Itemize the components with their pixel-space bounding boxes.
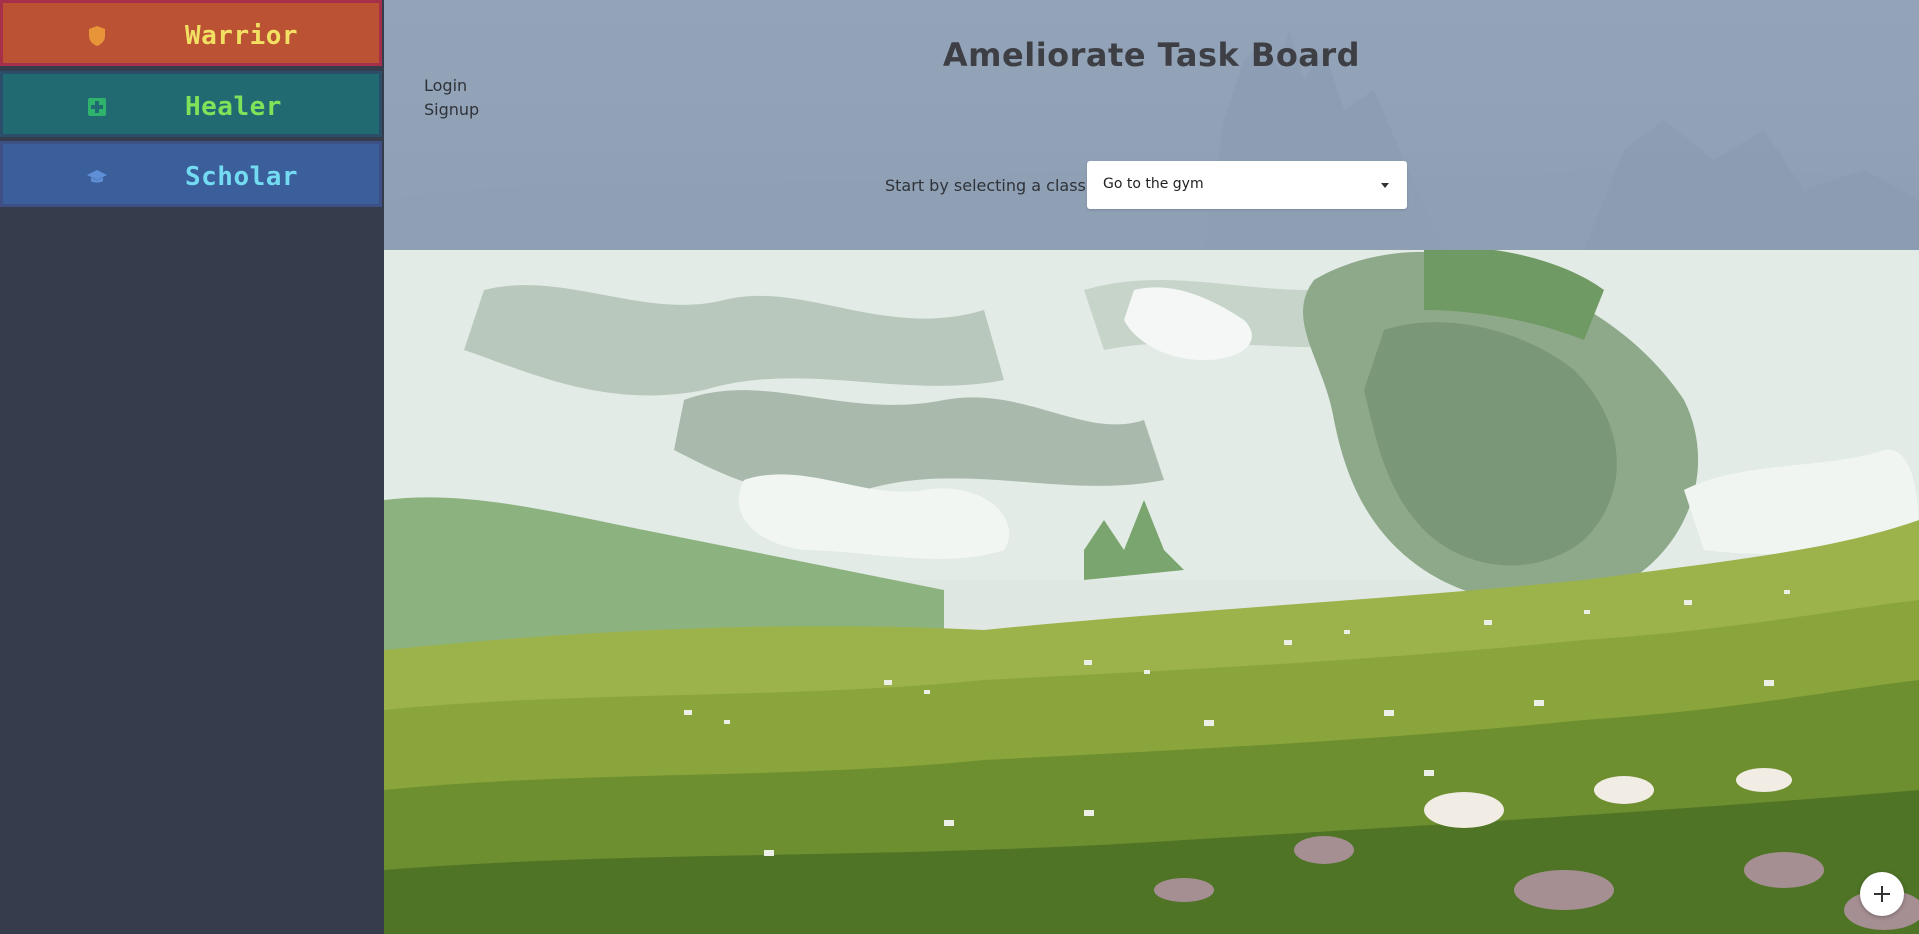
medical-cross-icon <box>88 98 106 116</box>
healer-class-button[interactable]: Healer <box>0 71 382 137</box>
plus-icon <box>1874 886 1890 902</box>
header: Ameliorate Task Board Login Signup Start… <box>384 0 1919 250</box>
scholar-class-button[interactable]: Scholar <box>0 141 382 207</box>
login-link[interactable]: Login <box>424 76 467 95</box>
class-select-label: Start by selecting a class <box>885 176 1086 195</box>
graduation-cap-icon <box>87 170 107 183</box>
main-area: Ameliorate Task Board Login Signup Start… <box>384 0 1919 934</box>
add-task-button[interactable] <box>1860 872 1904 916</box>
sidebar: Warrior Healer Scholar <box>0 0 384 934</box>
healer-label: Healer <box>185 92 282 122</box>
warrior-class-button[interactable]: Warrior <box>0 0 382 66</box>
signup-link[interactable]: Signup <box>424 100 479 119</box>
shield-icon <box>89 26 105 46</box>
warrior-label: Warrior <box>185 21 299 51</box>
class-select-value: Go to the gym <box>1103 176 1204 192</box>
chevron-down-icon <box>1381 183 1389 188</box>
class-select-dropdown[interactable]: Go to the gym <box>1087 161 1407 209</box>
class-select-row: Start by selecting a class Go to the gym <box>384 161 1919 211</box>
landscape-background-image <box>384 250 1919 934</box>
scholar-label: Scholar <box>185 162 299 192</box>
page-title: Ameliorate Task Board <box>942 36 1361 74</box>
